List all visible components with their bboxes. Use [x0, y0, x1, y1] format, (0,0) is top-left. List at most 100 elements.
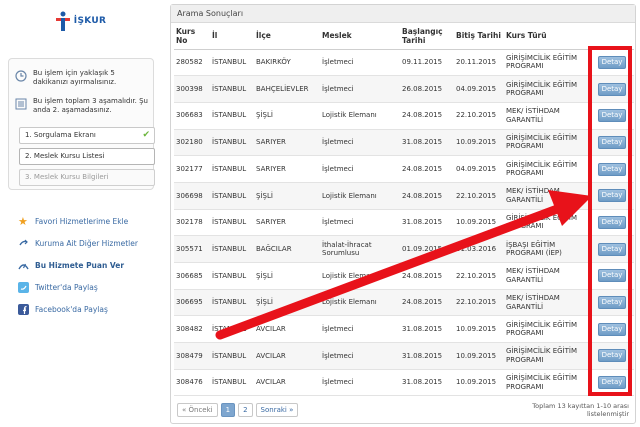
- cell-kurs-turu: MEK/ İSTİHDAM GARANTİLİ: [504, 289, 596, 317]
- table-row: 306683 İSTANBUL ŞİŞLİ Lojistik Elemanı 24.08…: [174, 102, 634, 130]
- cell-kurs-no: 306683: [174, 102, 210, 130]
- results-table: Kurs No İl İlçe Meslek Başlangıç Tarihi …: [174, 23, 634, 397]
- iskur-logo[interactable]: İŞKUR: [8, 0, 154, 42]
- step-3: 3. Meslek Kursu Bilgileri: [19, 169, 155, 186]
- cell-bitis: 22.10.2015: [454, 262, 504, 290]
- cell-meslek: Lojistik Elemanı: [320, 289, 400, 317]
- twitter-share-link[interactable]: Twitter'da Paylaş: [18, 276, 158, 298]
- other-services-label: Kuruma Ait Diğer Hizmetler: [35, 238, 138, 248]
- table-row: 302177 İSTANBUL SARIYER İşletmeci 24.08.2015…: [174, 155, 634, 183]
- cell-meslek: İthalat-İhracat Sorumlusu: [320, 235, 400, 263]
- favorite-link[interactable]: ★ Favori Hizmetlerime Ekle: [18, 210, 158, 232]
- cell-il: İSTANBUL: [210, 235, 254, 263]
- cell-kurs-turu: GİRİŞİMCİLİK EĞİTİM PROGRAMI: [504, 49, 596, 77]
- page-1-button[interactable]: 1: [220, 403, 236, 417]
- cell-meslek: İşletmeci: [320, 49, 400, 77]
- table-row: 300398 İSTANBUL BAHÇELİEVLER İşletmeci 26.08…: [174, 75, 634, 103]
- panel-title: Arama Sonuçları: [171, 5, 635, 23]
- iskur-logo-icon: [55, 11, 70, 31]
- search-results-panel: Arama Sonuçları Kurs No İl İlçe Meslek B…: [170, 4, 636, 424]
- col-baslangic[interactable]: Başlangıç Tarihi: [400, 23, 454, 50]
- prev-page-button[interactable]: « Önceki: [177, 403, 218, 417]
- cell-il: İSTANBUL: [210, 289, 254, 317]
- cell-bitis: 10.09.2015: [454, 342, 504, 370]
- cell-baslangic: 31.08.2015: [400, 369, 454, 397]
- cell-ilce: ŞİŞLİ: [254, 182, 320, 210]
- cell-il: İSTANBUL: [210, 262, 254, 290]
- col-bitis[interactable]: Bitiş Tarihi: [454, 23, 504, 50]
- cell-baslangic: 24.08.2015: [400, 289, 454, 317]
- cell-kurs-no: 308479: [174, 342, 210, 370]
- cell-meslek: İşletmeci: [320, 209, 400, 237]
- cell-il: İSTANBUL: [210, 155, 254, 183]
- facebook-icon: [18, 303, 29, 315]
- step-2[interactable]: 2. Meslek Kursu Listesi: [19, 148, 155, 165]
- col-meslek[interactable]: Meslek: [320, 23, 400, 50]
- cell-ilce: BAĞCILAR: [254, 235, 320, 263]
- cell-ilce: AVCILAR: [254, 342, 320, 370]
- rate-service-link[interactable]: Bu Hizmete Puan Ver: [18, 254, 158, 276]
- other-services-link[interactable]: Kuruma Ait Diğer Hizmetler: [18, 232, 158, 254]
- cell-ilce: AVCILAR: [254, 315, 320, 344]
- sidebar: İŞKUR Bu işlem için yaklaşık 5 dakikanız…: [0, 0, 160, 427]
- page-2-button[interactable]: 2: [238, 403, 253, 417]
- col-ilce[interactable]: İlçe: [254, 23, 320, 50]
- cell-il: İSTANBUL: [210, 209, 254, 237]
- check-icon: ✔: [142, 130, 150, 140]
- logo-text: İŞKUR: [73, 16, 107, 26]
- cell-bitis: 10.09.2015: [454, 369, 504, 397]
- facebook-share-label: Facebook'da Paylaş: [35, 304, 108, 314]
- pagination: « Önceki 1 2 Sonraki »: [177, 403, 299, 417]
- cell-kurs-no: 302180: [174, 129, 210, 157]
- cell-meslek: İşletmeci: [320, 315, 400, 344]
- cell-kurs-no: 302177: [174, 155, 210, 183]
- cell-il: İSTANBUL: [210, 49, 254, 77]
- col-kurs-no[interactable]: Kurs No: [174, 23, 210, 50]
- cell-meslek: İşletmeci: [320, 129, 400, 157]
- facebook-share-link[interactable]: Facebook'da Paylaş: [18, 298, 158, 320]
- cell-ilce: SARIYER: [254, 129, 320, 157]
- col-kurs-turu[interactable]: Kurs Türü: [504, 23, 596, 50]
- table-row: 308479 İSTANBUL AVCILAR İşletmeci 31.08.2015…: [174, 342, 634, 370]
- cell-ilce: ŞİŞLİ: [254, 289, 320, 317]
- cell-bitis: 20.11.2015: [454, 49, 504, 77]
- cell-kurs-turu: GİRİŞİMCİLİK EĞİTİM PROGRAMI: [504, 129, 596, 157]
- table-row: 308476 İSTANBUL AVCILAR İşletmeci 31.08.2015…: [174, 369, 634, 397]
- total-records-text: Toplam 13 kayıttan 1-10 arası listelenmi…: [532, 402, 629, 418]
- process-info-panel: Bu işlem için yaklaşık 5 dakikanızı ayır…: [8, 58, 155, 190]
- cell-kurs-turu: GİRİŞİMCİLİK EĞİTİM PROGRAMI: [504, 315, 596, 344]
- annotation-highlight-box: [588, 46, 632, 396]
- cell-kurs-no: 280582: [174, 49, 210, 77]
- cell-baslangic: 09.11.2015: [400, 49, 454, 77]
- col-il[interactable]: İl: [210, 23, 254, 50]
- star-icon: ★: [18, 214, 28, 228]
- table-row: 306695 İSTANBUL ŞİŞLİ Lojistik Elemanı 24.08…: [174, 289, 634, 317]
- twitter-icon: [18, 281, 29, 293]
- cell-kurs-turu: İŞBAŞI EĞİTİM PROGRAMI (İEP): [504, 235, 596, 263]
- cell-il: İSTANBUL: [210, 369, 254, 397]
- table-body: 280582 İSTANBUL BAKIRKÖY İşletmeci 09.11.201…: [174, 49, 634, 397]
- cell-baslangic: 31.08.2015: [400, 209, 454, 237]
- cell-meslek: İşletmeci: [320, 369, 400, 397]
- cell-baslangic: 31.08.2015: [400, 342, 454, 370]
- cell-kurs-turu: GİRİŞİMCİLİK EĞİTİM PROGRAMI: [504, 342, 596, 370]
- cell-bitis: 01.03.2016: [454, 235, 504, 263]
- table-row: 306698 İSTANBUL ŞİŞLİ Lojistik Elemanı 24.08…: [174, 182, 634, 210]
- cell-baslangic: 01.09.2015: [400, 235, 454, 263]
- cell-il: İSTANBUL: [210, 182, 254, 210]
- cell-baslangic: 24.08.2015: [400, 102, 454, 130]
- cell-bitis: 22.10.2015: [454, 289, 504, 317]
- cell-kurs-no: 300398: [174, 75, 210, 103]
- cell-ilce: AVCILAR: [254, 369, 320, 397]
- step-3-label: 3. Meslek Kursu Bilgileri: [25, 173, 109, 181]
- cell-kurs-turu: GİRİŞİMCİLİK EĞİTİM PROGRAMI: [504, 75, 596, 103]
- cell-baslangic: 26.08.2015: [400, 75, 454, 103]
- table-row: 306685 İSTANBUL ŞİŞLİ Lojistik Elemanı 24.08…: [174, 262, 634, 290]
- cell-il: İSTANBUL: [210, 342, 254, 370]
- step-1[interactable]: 1. Sorgulama Ekranı ✔: [19, 127, 155, 144]
- stages-text: Bu işlem toplam 3 aşamalıdır. Şu anda 2.…: [33, 97, 148, 114]
- favorite-link-label: Favori Hizmetlerime Ekle: [35, 216, 129, 226]
- table-row: 308482 İSTANBUL AVCILAR İşletmeci 31.08.2015…: [174, 315, 634, 344]
- cell-baslangic: 31.08.2015: [400, 315, 454, 344]
- next-page-button[interactable]: Sonraki »: [255, 403, 299, 417]
